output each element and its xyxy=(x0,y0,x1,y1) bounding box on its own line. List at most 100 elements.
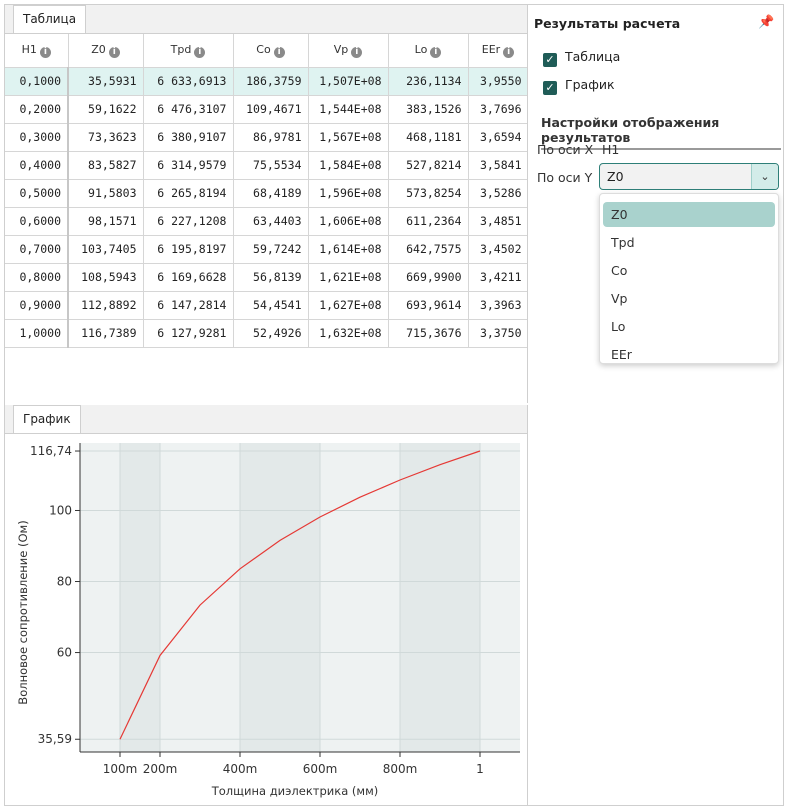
table-cell-tpd: 6 127,9281 xyxy=(143,319,234,348)
table-cell-h1: 1,0000 xyxy=(5,319,69,348)
table-row[interactable]: 0,7000 103,7405 6 195,8197 59,7242 1,614E+08… xyxy=(5,235,527,264)
table-row[interactable]: 1,0000 116,7389 6 127,9281 52,4926 1,632E+08… xyxy=(5,319,527,348)
checkbox-checked-icon: ✓ xyxy=(543,81,557,95)
table-cell-co: 54,4541 xyxy=(233,291,309,320)
y-axis-select[interactable]: Z0 ⌄ xyxy=(599,163,779,190)
plot-band xyxy=(120,443,160,752)
table-cell-z0: 91,5803 xyxy=(68,179,144,208)
y-axis-option-vp[interactable]: Vp xyxy=(603,286,775,311)
show-chart-checkbox[interactable]: ✓ График xyxy=(543,76,615,95)
x-axis-value: H1 xyxy=(602,142,620,157)
table-cell-eer: 3,7696 xyxy=(468,95,527,124)
table-cell-lo: 527,8214 xyxy=(388,151,469,180)
x-tick-label: 400m xyxy=(223,762,258,776)
column-header-co[interactable]: Co i xyxy=(233,34,309,68)
table-row[interactable]: 0,8000 108,5943 6 169,6628 56,8139 1,621E+08… xyxy=(5,263,527,292)
results-table: H1 i Z0 i Tpd i Co i Vp i Lo i EEr i 0,1000 35,5931 6 6… xyxy=(5,34,527,348)
info-icon[interactable]: i xyxy=(39,46,51,58)
table-cell-vp: 1,621E+08 xyxy=(308,263,389,292)
show-chart-label: График xyxy=(565,77,615,92)
column-header-z0[interactable]: Z0 i xyxy=(68,34,144,68)
table-cell-co: 56,8139 xyxy=(233,263,309,292)
y-tick-label: 35,59 xyxy=(38,732,72,746)
table-cell-lo: 642,7575 xyxy=(388,235,469,264)
table-cell-h1: 0,2000 xyxy=(5,95,69,124)
table-row[interactable]: 0,1000 35,5931 6 633,6913 186,3759 1,507E+08… xyxy=(5,67,527,96)
info-icon[interactable]: i xyxy=(503,46,515,58)
tab-table[interactable]: Таблица xyxy=(13,5,87,33)
table-cell-tpd: 6 169,6628 xyxy=(143,263,234,292)
table-cell-lo: 236,1134 xyxy=(388,67,469,96)
table-row[interactable]: 0,5000 91,5803 6 265,8194 68,4189 1,596E+08 5… xyxy=(5,179,527,208)
table-cell-h1: 0,5000 xyxy=(5,179,69,208)
chevron-down-icon[interactable]: ⌄ xyxy=(751,164,778,189)
table-cell-vp: 1,507E+08 xyxy=(308,67,389,96)
table-cell-h1: 0,9000 xyxy=(5,291,69,320)
table-panel: Таблица H1 i Z0 i Tpd i Co i Vp i Lo i EEr i 0,1000 35… xyxy=(5,5,528,403)
table-cell-eer: 3,5286 xyxy=(468,179,527,208)
table-cell-tpd: 6 227,1208 xyxy=(143,207,234,236)
table-row[interactable]: 0,6000 98,1571 6 227,1208 63,4403 1,606E+08 6… xyxy=(5,207,527,236)
x-axis-label: По оси X xyxy=(537,142,594,157)
table-cell-eer: 3,4211 xyxy=(468,263,527,292)
table-cell-lo: 715,3676 xyxy=(388,319,469,348)
table-cell-z0: 59,1622 xyxy=(68,95,144,124)
table-row[interactable]: 0,2000 59,1622 6 476,3107 109,4671 1,544E+08… xyxy=(5,95,527,124)
y-axis-selected-value: Z0 xyxy=(607,169,624,184)
y-tick-label: 80 xyxy=(57,575,72,589)
info-icon[interactable]: i xyxy=(108,46,120,58)
table-cell-tpd: 6 476,3107 xyxy=(143,95,234,124)
panel-title: Результаты расчета xyxy=(534,16,681,31)
y-tick-label: 116,74 xyxy=(30,444,72,458)
table-cell-lo: 611,2364 xyxy=(388,207,469,236)
plot-band xyxy=(400,443,480,752)
y-axis-dropdown: Z0 Tpd Co Vp Lo EEr xyxy=(599,193,779,364)
pin-icon[interactable]: 📌 xyxy=(758,15,774,30)
table-cell-eer: 3,9550 xyxy=(468,67,527,96)
y-axis-option-eer[interactable]: EEr xyxy=(603,342,775,367)
column-header-vp[interactable]: Vp i xyxy=(308,34,389,68)
table-header-row: H1 i Z0 i Tpd i Co i Vp i Lo i EEr i xyxy=(5,34,527,68)
table-cell-vp: 1,596E+08 xyxy=(308,179,389,208)
table-cell-z0: 103,7405 xyxy=(68,235,144,264)
column-header-label: H1 xyxy=(21,42,37,56)
show-table-checkbox[interactable]: ✓ Таблица xyxy=(543,48,620,67)
table-cell-tpd: 6 147,2814 xyxy=(143,291,234,320)
y-tick-label: 60 xyxy=(57,646,72,660)
table-cell-eer: 3,5841 xyxy=(468,151,527,180)
column-header-eer[interactable]: EEr i xyxy=(468,34,527,68)
plot-band xyxy=(240,443,320,752)
table-cell-z0: 73,3623 xyxy=(68,123,144,152)
table-row[interactable]: 0,9000 112,8892 6 147,2814 54,4541 1,627E+08… xyxy=(5,291,527,320)
y-axis-option-lo[interactable]: Lo xyxy=(603,314,775,339)
y-axis-option-co[interactable]: Co xyxy=(603,258,775,283)
column-header-lo[interactable]: Lo i xyxy=(388,34,469,68)
chart-panel: График 100m 200m 400m 600m 800m 1 35,59 60 80 100… xyxy=(5,405,528,805)
tab-chart[interactable]: График xyxy=(13,405,81,433)
column-header-tpd[interactable]: Tpd i xyxy=(143,34,234,68)
table-cell-vp: 1,627E+08 xyxy=(308,291,389,320)
y-axis-label: По оси Y xyxy=(537,170,593,185)
table-row[interactable]: 0,3000 73,3623 6 380,9107 86,9781 1,567E+08 4… xyxy=(5,123,527,152)
table-row[interactable]: 0,4000 83,5827 6 314,9579 75,5534 1,584E+08 5… xyxy=(5,151,527,180)
table-cell-z0: 112,8892 xyxy=(68,291,144,320)
y-tick-label: 100 xyxy=(49,503,72,517)
info-icon[interactable]: i xyxy=(194,46,206,58)
table-cell-h1: 0,7000 xyxy=(5,235,69,264)
checkbox-checked-icon: ✓ xyxy=(543,53,557,67)
y-axis-option-tpd[interactable]: Tpd xyxy=(603,230,775,255)
table-cell-lo: 383,1526 xyxy=(388,95,469,124)
column-header-label: Vp xyxy=(333,42,349,56)
table-cell-z0: 98,1571 xyxy=(68,207,144,236)
column-header-label: Co xyxy=(256,42,271,56)
info-icon[interactable]: i xyxy=(351,46,363,58)
y-axis-option-z0[interactable]: Z0 xyxy=(603,202,775,227)
info-icon[interactable]: i xyxy=(430,46,442,58)
info-icon[interactable]: i xyxy=(273,46,285,58)
table-cell-h1: 0,1000 xyxy=(5,67,69,96)
table-cell-co: 59,7242 xyxy=(233,235,309,264)
column-header-h1[interactable]: H1 i xyxy=(5,34,69,68)
x-tick-label: 600m xyxy=(303,762,338,776)
x-axis-title: Толщина диэлектрика (мм) xyxy=(211,784,379,798)
table-cell-co: 63,4403 xyxy=(233,207,309,236)
